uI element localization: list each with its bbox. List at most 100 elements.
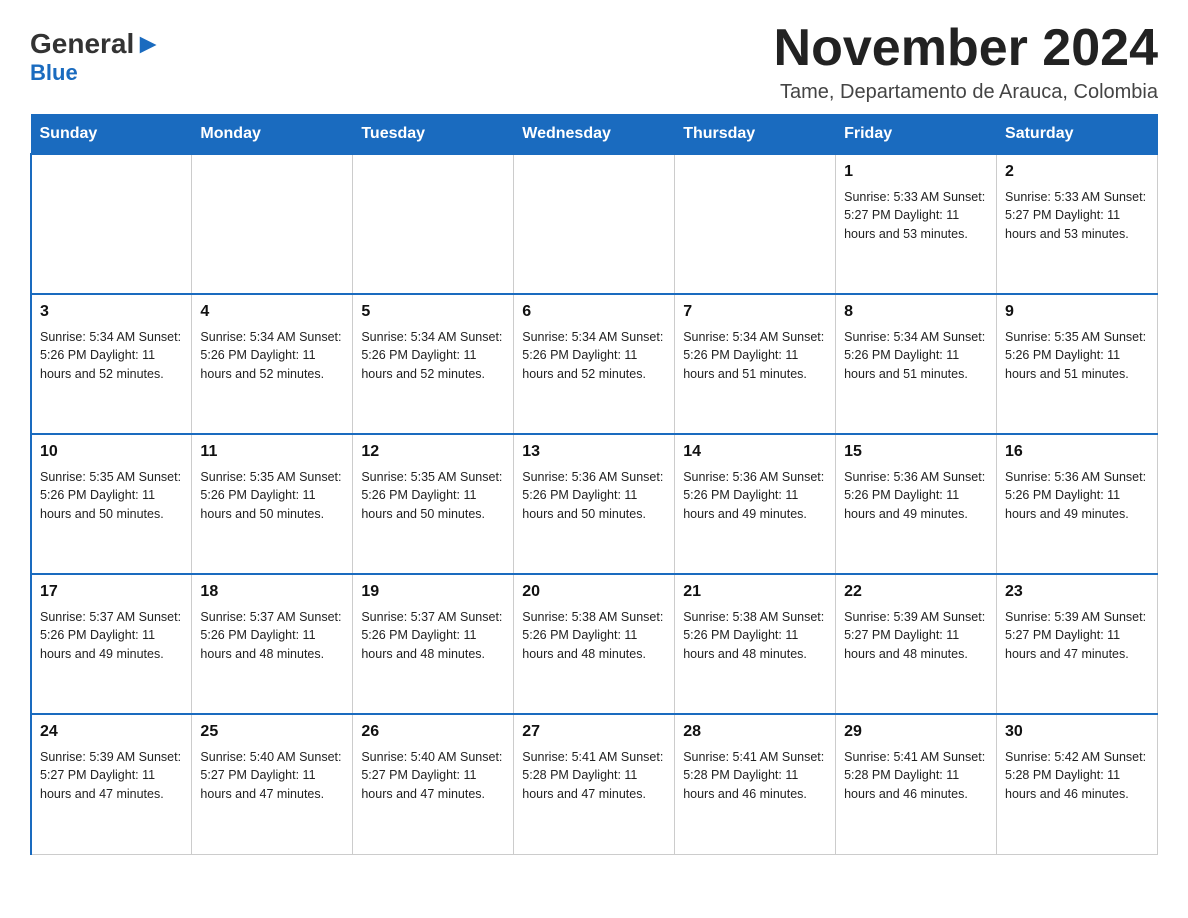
day-info: Sunrise: 5:41 AM Sunset: 5:28 PM Dayligh… — [522, 748, 666, 804]
day-info: Sunrise: 5:38 AM Sunset: 5:26 PM Dayligh… — [522, 608, 666, 664]
day-info: Sunrise: 5:40 AM Sunset: 5:27 PM Dayligh… — [361, 748, 505, 804]
logo: General► Blue — [30, 30, 162, 86]
table-row: 8 Sunrise: 5:34 AM Sunset: 5:26 PM Daylig… — [836, 294, 997, 434]
day-info: Sunrise: 5:35 AM Sunset: 5:26 PM Dayligh… — [361, 468, 505, 524]
day-number: 16 — [1005, 441, 1149, 463]
day-number: 22 — [844, 581, 988, 603]
table-row — [514, 154, 675, 294]
logo-general: General► — [30, 30, 162, 58]
table-row: 12 Sunrise: 5:35 AM Sunset: 5:26 PM Dayli… — [353, 434, 514, 574]
table-row: 21 Sunrise: 5:38 AM Sunset: 5:26 PM Dayli… — [675, 574, 836, 714]
day-number: 1 — [844, 161, 988, 183]
day-info: Sunrise: 5:35 AM Sunset: 5:26 PM Dayligh… — [200, 468, 344, 524]
table-row — [31, 154, 192, 294]
table-row: 10 Sunrise: 5:35 AM Sunset: 5:26 PM Dayli… — [31, 434, 192, 574]
table-row: 24Sunrise: 5:39 AM Sunset: 5:27 PM Dayli… — [31, 714, 192, 854]
table-row: 20 Sunrise: 5:38 AM Sunset: 5:26 PM Dayli… — [514, 574, 675, 714]
table-row: 4 Sunrise: 5:34 AM Sunset: 5:26 PM Daylig… — [192, 294, 353, 434]
table-row: 25 Sunrise: 5:40 AM Sunset: 5:27 PM Dayli… — [192, 714, 353, 854]
day-info: Sunrise: 5:39 AM Sunset: 5:27 PM Dayligh… — [844, 608, 988, 664]
calendar-header-row: Sunday Monday Tuesday Wednesday Thursday… — [31, 115, 1158, 155]
calendar-week-row: 17 Sunrise: 5:37 AM Sunset: 5:26 PM Dayli… — [31, 574, 1158, 714]
day-number: 4 — [200, 301, 344, 323]
day-number: 8 — [844, 301, 988, 323]
col-wednesday: Wednesday — [514, 115, 675, 155]
day-info: Sunrise: 5:33 AM Sunset: 5:27 PM Dayligh… — [844, 188, 988, 244]
table-row — [353, 154, 514, 294]
day-number: 24 — [40, 721, 183, 743]
day-info: Sunrise: 5:34 AM Sunset: 5:26 PM Dayligh… — [522, 328, 666, 384]
day-info: Sunrise: 5:36 AM Sunset: 5:26 PM Dayligh… — [844, 468, 988, 524]
table-row: 5 Sunrise: 5:34 AM Sunset: 5:26 PM Daylig… — [353, 294, 514, 434]
table-row: 2Sunrise: 5:33 AM Sunset: 5:27 PM Daylig… — [997, 154, 1158, 294]
table-row: 27 Sunrise: 5:41 AM Sunset: 5:28 PM Dayli… — [514, 714, 675, 854]
day-number: 11 — [200, 441, 344, 463]
day-number: 10 — [40, 441, 183, 463]
table-row: 13Sunrise: 5:36 AM Sunset: 5:26 PM Dayli… — [514, 434, 675, 574]
table-row: 9Sunrise: 5:35 AM Sunset: 5:26 PM Daylig… — [997, 294, 1158, 434]
day-number: 6 — [522, 301, 666, 323]
day-number: 17 — [40, 581, 183, 603]
table-row: 3 Sunrise: 5:34 AM Sunset: 5:26 PM Daylig… — [31, 294, 192, 434]
day-info: Sunrise: 5:34 AM Sunset: 5:26 PM Dayligh… — [40, 328, 183, 384]
day-number: 19 — [361, 581, 505, 603]
table-row: 23 Sunrise: 5:39 AM Sunset: 5:27 PM Dayli… — [997, 574, 1158, 714]
day-number: 9 — [1005, 301, 1149, 323]
day-info: Sunrise: 5:36 AM Sunset: 5:26 PM Dayligh… — [522, 468, 666, 524]
table-row: 11 Sunrise: 5:35 AM Sunset: 5:26 PM Dayli… — [192, 434, 353, 574]
calendar-week-row: 1 Sunrise: 5:33 AM Sunset: 5:27 PM Daylig… — [31, 154, 1158, 294]
day-number: 20 — [522, 581, 666, 603]
table-row — [675, 154, 836, 294]
day-number: 14 — [683, 441, 827, 463]
day-info: Sunrise: 5:42 AM Sunset: 5:28 PM Dayligh… — [1005, 748, 1149, 804]
col-monday: Monday — [192, 115, 353, 155]
day-info: Sunrise: 5:34 AM Sunset: 5:26 PM Dayligh… — [844, 328, 988, 384]
day-info: Sunrise: 5:33 AM Sunset: 5:27 PM Dayligh… — [1005, 188, 1149, 244]
logo-triangle-icon: ► — [134, 28, 162, 59]
day-number: 27 — [522, 721, 666, 743]
table-row: 6 Sunrise: 5:34 AM Sunset: 5:26 PM Daylig… — [514, 294, 675, 434]
day-number: 3 — [40, 301, 183, 323]
day-number: 26 — [361, 721, 505, 743]
day-info: Sunrise: 5:34 AM Sunset: 5:26 PM Dayligh… — [361, 328, 505, 384]
page-header: General► Blue November 2024 Tame, Depart… — [30, 20, 1158, 104]
day-info: Sunrise: 5:38 AM Sunset: 5:26 PM Dayligh… — [683, 608, 827, 664]
day-number: 15 — [844, 441, 988, 463]
day-number: 12 — [361, 441, 505, 463]
day-info: Sunrise: 5:37 AM Sunset: 5:26 PM Dayligh… — [200, 608, 344, 664]
day-number: 23 — [1005, 581, 1149, 603]
day-number: 7 — [683, 301, 827, 323]
table-row: 7Sunrise: 5:34 AM Sunset: 5:26 PM Daylig… — [675, 294, 836, 434]
day-info: Sunrise: 5:37 AM Sunset: 5:26 PM Dayligh… — [40, 608, 183, 664]
col-saturday: Saturday — [997, 115, 1158, 155]
day-number: 21 — [683, 581, 827, 603]
calendar-week-row: 24Sunrise: 5:39 AM Sunset: 5:27 PM Dayli… — [31, 714, 1158, 854]
col-sunday: Sunday — [31, 115, 192, 155]
day-info: Sunrise: 5:36 AM Sunset: 5:26 PM Dayligh… — [683, 468, 827, 524]
logo-blue: Blue — [30, 60, 78, 86]
day-number: 29 — [844, 721, 988, 743]
day-info: Sunrise: 5:40 AM Sunset: 5:27 PM Dayligh… — [200, 748, 344, 804]
day-info: Sunrise: 5:41 AM Sunset: 5:28 PM Dayligh… — [683, 748, 827, 804]
table-row: 16 Sunrise: 5:36 AM Sunset: 5:26 PM Dayli… — [997, 434, 1158, 574]
day-number: 25 — [200, 721, 344, 743]
table-row: 22 Sunrise: 5:39 AM Sunset: 5:27 PM Dayli… — [836, 574, 997, 714]
day-number: 5 — [361, 301, 505, 323]
title-section: November 2024 Tame, Departamento de Arau… — [774, 20, 1158, 104]
table-row: 30 Sunrise: 5:42 AM Sunset: 5:28 PM Dayli… — [997, 714, 1158, 854]
day-info: Sunrise: 5:35 AM Sunset: 5:26 PM Dayligh… — [40, 468, 183, 524]
calendar-table: Sunday Monday Tuesday Wednesday Thursday… — [30, 114, 1158, 855]
table-row: 26 Sunrise: 5:40 AM Sunset: 5:27 PM Dayli… — [353, 714, 514, 854]
table-row: 18Sunrise: 5:37 AM Sunset: 5:26 PM Dayli… — [192, 574, 353, 714]
table-row: 29 Sunrise: 5:41 AM Sunset: 5:28 PM Dayli… — [836, 714, 997, 854]
day-number: 30 — [1005, 721, 1149, 743]
table-row: 15 Sunrise: 5:36 AM Sunset: 5:26 PM Dayli… — [836, 434, 997, 574]
day-info: Sunrise: 5:41 AM Sunset: 5:28 PM Dayligh… — [844, 748, 988, 804]
day-info: Sunrise: 5:36 AM Sunset: 5:26 PM Dayligh… — [1005, 468, 1149, 524]
table-row: 19Sunrise: 5:37 AM Sunset: 5:26 PM Dayli… — [353, 574, 514, 714]
day-info: Sunrise: 5:34 AM Sunset: 5:26 PM Dayligh… — [200, 328, 344, 384]
location-subtitle: Tame, Departamento de Arauca, Colombia — [774, 81, 1158, 104]
calendar-week-row: 10 Sunrise: 5:35 AM Sunset: 5:26 PM Dayli… — [31, 434, 1158, 574]
day-info: Sunrise: 5:39 AM Sunset: 5:27 PM Dayligh… — [1005, 608, 1149, 664]
col-friday: Friday — [836, 115, 997, 155]
